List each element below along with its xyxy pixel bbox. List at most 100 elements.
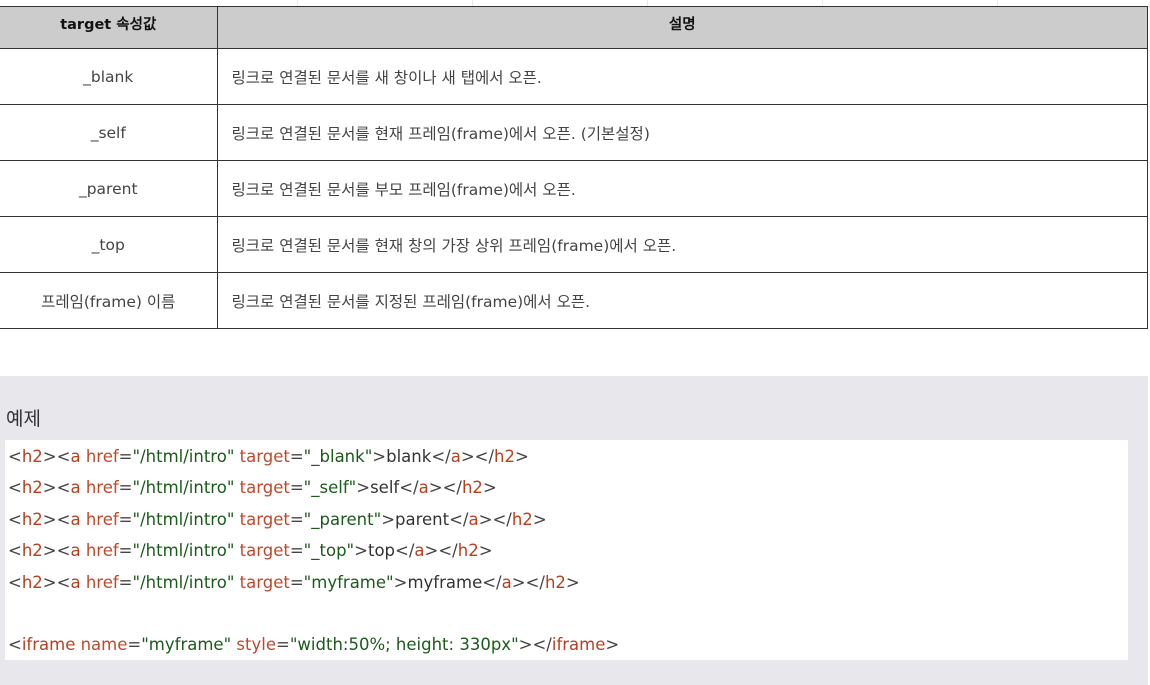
target-value-cell: _self (0, 104, 218, 161)
code-token: = (118, 541, 133, 560)
code-token: blank (386, 447, 432, 466)
code-token: h2 (494, 447, 516, 466)
code-token: > (532, 510, 547, 529)
code-token: "myframe" (141, 635, 232, 654)
code-token: < (8, 573, 22, 592)
code-line: <h2><a href="/html/intro" target="_self"… (8, 476, 497, 500)
code-token: target (239, 510, 290, 529)
code-token: target (239, 573, 290, 592)
code-token: = (118, 478, 133, 497)
code-token: a (70, 541, 81, 560)
table-row: _self 링크로 연결된 문서를 현재 프레임(frame)에서 오픈. (기… (0, 104, 1148, 161)
target-value-cell: _blank (0, 48, 218, 105)
code-token: = (127, 635, 142, 654)
code-token: h2 (544, 573, 566, 592)
code-token: parent (395, 510, 450, 529)
code-token: "/html/intro" (132, 573, 235, 592)
code-token: myframe (407, 573, 483, 592)
code-token: h2 (21, 573, 43, 592)
code-token: = (289, 478, 304, 497)
code-token: "/html/intro" (132, 447, 235, 466)
code-line: <iframe name="myframe" style="width:50%;… (8, 633, 619, 657)
target-value-cell: 프레임(frame) 이름 (0, 272, 218, 329)
code-token: a (414, 541, 425, 560)
code-token: ></ (518, 635, 552, 654)
code-token: target (239, 447, 290, 466)
example-section: 예제 <h2><a href="/html/intro" target="_bl… (0, 376, 1148, 685)
code-token: </ (395, 541, 415, 560)
code-token: > (482, 478, 497, 497)
code-token: = (276, 635, 290, 654)
description-cell: 링크로 연결된 문서를 현재 프레임(frame)에서 오픈. (기본설정) (216, 104, 1148, 161)
code-token: a (418, 478, 429, 497)
code-token: "_top" (303, 541, 355, 560)
code-token: >< (42, 510, 71, 529)
code-token: = (289, 447, 304, 466)
code-token: = (118, 447, 133, 466)
code-block: <h2><a href="/html/intro" target="_blank… (5, 440, 1128, 660)
code-token: h2 (21, 541, 43, 560)
code-token: h2 (21, 447, 43, 466)
code-token: "/html/intro" (132, 541, 235, 560)
code-token: > (356, 478, 371, 497)
target-value-cell: _parent (0, 160, 218, 217)
example-title: 예제 (6, 408, 41, 430)
code-token: ></ (428, 478, 462, 497)
code-token: h2 (511, 510, 533, 529)
code-token: iframe (551, 635, 606, 654)
code-token: a (70, 573, 81, 592)
table-header-row: target 속성값 설명 (0, 6, 1148, 49)
code-token: target (239, 478, 290, 497)
code-token: ></ (460, 447, 495, 466)
code-token: </ (482, 573, 502, 592)
code-token: = (289, 510, 304, 529)
code-token: href (85, 573, 119, 592)
table-row: 프레임(frame) 이름 링크로 연결된 문서를 지정된 프레임(frame)… (0, 272, 1148, 329)
code-token: > (605, 635, 620, 654)
code-token: h2 (21, 510, 43, 529)
code-token: "myframe" (303, 573, 394, 592)
code-token: </ (399, 478, 419, 497)
code-token: > (478, 541, 493, 560)
code-token: < (8, 510, 22, 529)
table-row: _top 링크로 연결된 문서를 현재 창의 가장 상위 프레임(frame)에… (0, 216, 1148, 273)
code-token: name (80, 635, 128, 654)
description-cell: 링크로 연결된 문서를 부모 프레임(frame)에서 오픈. (216, 160, 1148, 217)
code-token: >< (42, 478, 71, 497)
code-token: = (118, 573, 133, 592)
code-token: = (118, 510, 133, 529)
code-token: = (289, 541, 304, 560)
code-token: target (239, 541, 290, 560)
code-token: "_parent" (303, 510, 382, 529)
header-description: 설명 (216, 6, 1148, 49)
code-token: "/html/intro" (132, 510, 235, 529)
code-token: h2 (457, 541, 479, 560)
code-token: ></ (424, 541, 458, 560)
code-token: "width:50%; height: 330px" (289, 635, 519, 654)
code-token: > (515, 447, 529, 466)
description-cell: 링크로 연결된 문서를 현재 창의 가장 상위 프레임(frame)에서 오픈. (216, 216, 1148, 273)
code-token: "/html/intro" (132, 478, 235, 497)
code-token: href (85, 447, 119, 466)
code-token: > (372, 447, 387, 466)
description-cell: 링크로 연결된 문서를 새 창이나 새 탭에서 오픈. (216, 48, 1148, 105)
description-cell: 링크로 연결된 문서를 지정된 프레임(frame)에서 오픈. (216, 272, 1148, 329)
code-token: < (8, 541, 22, 560)
code-token: = (289, 573, 304, 592)
code-line: <h2><a href="/html/intro" target="_top">… (8, 539, 493, 563)
code-line: <h2><a href="/html/intro" target="myfram… (8, 571, 580, 595)
code-token: >< (42, 447, 71, 466)
code-token: </ (431, 447, 451, 466)
code-token: a (501, 573, 512, 592)
code-token: >< (42, 541, 71, 560)
code-token: ></ (478, 510, 512, 529)
target-attribute-table: target 속성값 설명 _blank 링크로 연결된 문서를 새 창이나 새… (0, 6, 1148, 329)
code-token: ></ (511, 573, 545, 592)
code-token: style (236, 635, 276, 654)
table-row: _blank 링크로 연결된 문서를 새 창이나 새 탭에서 오픈. (0, 48, 1148, 105)
code-token: h2 (461, 478, 483, 497)
code-token: href (85, 510, 119, 529)
code-token: a (70, 447, 81, 466)
code-token: < (8, 447, 22, 466)
header-target-value: target 속성값 (0, 6, 218, 49)
